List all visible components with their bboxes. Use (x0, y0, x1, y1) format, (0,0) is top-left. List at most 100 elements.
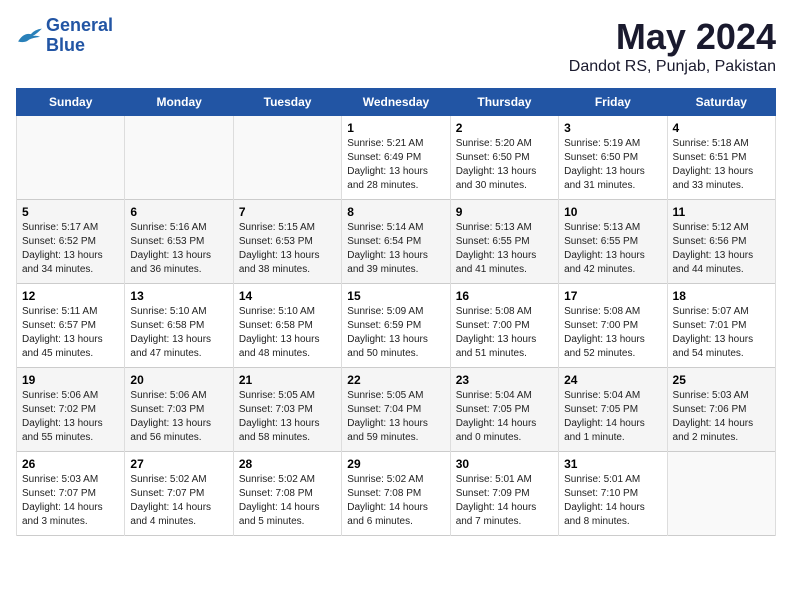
day-number: 5 (22, 205, 119, 219)
calendar-cell: 20 Sunrise: 5:06 AM Sunset: 7:03 PM Dayli… (125, 368, 233, 452)
calendar-cell (233, 116, 341, 200)
calendar-cell: 27 Sunrise: 5:02 AM Sunset: 7:07 PM Dayli… (125, 452, 233, 536)
day-info: Sunrise: 5:15 AM Sunset: 6:53 PM Dayligh… (239, 221, 336, 277)
calendar-cell: 31 Sunrise: 5:01 AM Sunset: 7:10 PM Dayli… (559, 452, 667, 536)
calendar-cell (667, 452, 775, 536)
calendar-cell: 15 Sunrise: 5:09 AM Sunset: 6:59 PM Dayli… (342, 284, 450, 368)
subtitle: Dandot RS, Punjab, Pakistan (569, 58, 776, 76)
calendar-cell: 24 Sunrise: 5:04 AM Sunset: 7:05 PM Dayli… (559, 368, 667, 452)
calendar-cell: 9 Sunrise: 5:13 AM Sunset: 6:55 PM Daylig… (450, 200, 558, 284)
weekday-header: Friday (559, 89, 667, 116)
day-info: Sunrise: 5:02 AM Sunset: 7:08 PM Dayligh… (239, 473, 336, 529)
day-info: Sunrise: 5:01 AM Sunset: 7:09 PM Dayligh… (456, 473, 553, 529)
calendar-cell (17, 116, 125, 200)
weekday-header-row: SundayMondayTuesdayWednesdayThursdayFrid… (17, 89, 776, 116)
day-info: Sunrise: 5:18 AM Sunset: 6:51 PM Dayligh… (673, 137, 770, 193)
day-info: Sunrise: 5:04 AM Sunset: 7:05 PM Dayligh… (456, 389, 553, 445)
day-info: Sunrise: 5:09 AM Sunset: 6:59 PM Dayligh… (347, 305, 444, 361)
day-number: 18 (673, 289, 770, 303)
day-number: 26 (22, 457, 119, 471)
calendar-cell: 10Sunrise: 5:13 AM Sunset: 6:55 PM Dayli… (559, 200, 667, 284)
calendar-cell: 29Sunrise: 5:02 AM Sunset: 7:08 PM Dayli… (342, 452, 450, 536)
calendar-cell: 25 Sunrise: 5:03 AM Sunset: 7:06 PM Dayli… (667, 368, 775, 452)
calendar-cell: 28 Sunrise: 5:02 AM Sunset: 7:08 PM Dayli… (233, 452, 341, 536)
day-number: 13 (130, 289, 227, 303)
day-info: Sunrise: 5:07 AM Sunset: 7:01 PM Dayligh… (673, 305, 770, 361)
day-number: 25 (673, 373, 770, 387)
day-info: Sunrise: 5:05 AM Sunset: 7:04 PM Dayligh… (347, 389, 444, 445)
day-info: Sunrise: 5:03 AM Sunset: 7:07 PM Dayligh… (22, 473, 119, 529)
day-info: Sunrise: 5:17 AM Sunset: 6:52 PM Dayligh… (22, 221, 119, 277)
calendar-cell: 21 Sunrise: 5:05 AM Sunset: 7:03 PM Dayli… (233, 368, 341, 452)
calendar-cell: 12 Sunrise: 5:11 AM Sunset: 6:57 PM Dayli… (17, 284, 125, 368)
day-number: 6 (130, 205, 227, 219)
day-number: 16 (456, 289, 553, 303)
day-info: Sunrise: 5:02 AM Sunset: 7:08 PM Dayligh… (347, 473, 444, 529)
day-info: Sunrise: 5:13 AM Sunset: 6:55 PM Dayligh… (456, 221, 553, 277)
day-number: 21 (239, 373, 336, 387)
day-info: Sunrise: 5:21 AM Sunset: 6:49 PM Dayligh… (347, 137, 444, 193)
day-info: Sunrise: 5:10 AM Sunset: 6:58 PM Dayligh… (239, 305, 336, 361)
logo-line1: General (46, 15, 113, 35)
day-number: 31 (564, 457, 661, 471)
calendar-cell: 7Sunrise: 5:15 AM Sunset: 6:53 PM Daylig… (233, 200, 341, 284)
day-info: Sunrise: 5:01 AM Sunset: 7:10 PM Dayligh… (564, 473, 661, 529)
day-number: 27 (130, 457, 227, 471)
day-number: 28 (239, 457, 336, 471)
calendar-cell: 6Sunrise: 5:16 AM Sunset: 6:53 PM Daylig… (125, 200, 233, 284)
day-number: 4 (673, 121, 770, 135)
calendar-cell: 26 Sunrise: 5:03 AM Sunset: 7:07 PM Dayli… (17, 452, 125, 536)
calendar-cell (125, 116, 233, 200)
calendar-cell: 1 Sunrise: 5:21 AM Sunset: 6:49 PM Daylig… (342, 116, 450, 200)
logo: General Blue (16, 16, 113, 56)
day-info: Sunrise: 5:02 AM Sunset: 7:07 PM Dayligh… (130, 473, 227, 529)
day-info: Sunrise: 5:06 AM Sunset: 7:03 PM Dayligh… (130, 389, 227, 445)
day-info: Sunrise: 5:08 AM Sunset: 7:00 PM Dayligh… (456, 305, 553, 361)
calendar-week-row: 5 Sunrise: 5:17 AM Sunset: 6:52 PM Daylig… (17, 200, 776, 284)
day-number: 19 (22, 373, 119, 387)
day-number: 9 (456, 205, 553, 219)
day-number: 12 (22, 289, 119, 303)
day-number: 20 (130, 373, 227, 387)
logo-icon (16, 25, 44, 47)
weekday-header: Monday (125, 89, 233, 116)
calendar-cell: 8Sunrise: 5:14 AM Sunset: 6:54 PM Daylig… (342, 200, 450, 284)
day-number: 30 (456, 457, 553, 471)
day-number: 14 (239, 289, 336, 303)
calendar-cell: 4 Sunrise: 5:18 AM Sunset: 6:51 PM Daylig… (667, 116, 775, 200)
calendar-week-row: 19Sunrise: 5:06 AM Sunset: 7:02 PM Dayli… (17, 368, 776, 452)
calendar-cell: 16 Sunrise: 5:08 AM Sunset: 7:00 PM Dayli… (450, 284, 558, 368)
day-number: 24 (564, 373, 661, 387)
calendar-cell: 17Sunrise: 5:08 AM Sunset: 7:00 PM Dayli… (559, 284, 667, 368)
calendar-cell: 18 Sunrise: 5:07 AM Sunset: 7:01 PM Dayli… (667, 284, 775, 368)
day-info: Sunrise: 5:20 AM Sunset: 6:50 PM Dayligh… (456, 137, 553, 193)
page-header: General Blue May 2024 Dandot RS, Punjab,… (16, 16, 776, 76)
weekday-header: Saturday (667, 89, 775, 116)
day-info: Sunrise: 5:03 AM Sunset: 7:06 PM Dayligh… (673, 389, 770, 445)
day-number: 15 (347, 289, 444, 303)
weekday-header: Sunday (17, 89, 125, 116)
calendar-cell: 11Sunrise: 5:12 AM Sunset: 6:56 PM Dayli… (667, 200, 775, 284)
calendar-cell: 2 Sunrise: 5:20 AM Sunset: 6:50 PM Daylig… (450, 116, 558, 200)
day-number: 10 (564, 205, 661, 219)
day-info: Sunrise: 5:04 AM Sunset: 7:05 PM Dayligh… (564, 389, 661, 445)
calendar-cell: 14 Sunrise: 5:10 AM Sunset: 6:58 PM Dayli… (233, 284, 341, 368)
calendar-cell: 13 Sunrise: 5:10 AM Sunset: 6:58 PM Dayli… (125, 284, 233, 368)
weekday-header: Tuesday (233, 89, 341, 116)
day-number: 3 (564, 121, 661, 135)
day-number: 11 (673, 205, 770, 219)
calendar-cell: 30 Sunrise: 5:01 AM Sunset: 7:09 PM Dayli… (450, 452, 558, 536)
day-number: 1 (347, 121, 444, 135)
day-info: Sunrise: 5:14 AM Sunset: 6:54 PM Dayligh… (347, 221, 444, 277)
day-number: 2 (456, 121, 553, 135)
main-title: May 2024 (569, 16, 776, 58)
day-info: Sunrise: 5:11 AM Sunset: 6:57 PM Dayligh… (22, 305, 119, 361)
logo-line2: Blue (46, 35, 85, 55)
calendar-table: SundayMondayTuesdayWednesdayThursdayFrid… (16, 88, 776, 536)
day-info: Sunrise: 5:10 AM Sunset: 6:58 PM Dayligh… (130, 305, 227, 361)
day-info: Sunrise: 5:05 AM Sunset: 7:03 PM Dayligh… (239, 389, 336, 445)
calendar-week-row: 1 Sunrise: 5:21 AM Sunset: 6:49 PM Daylig… (17, 116, 776, 200)
day-number: 17 (564, 289, 661, 303)
calendar-week-row: 26 Sunrise: 5:03 AM Sunset: 7:07 PM Dayli… (17, 452, 776, 536)
day-number: 22 (347, 373, 444, 387)
